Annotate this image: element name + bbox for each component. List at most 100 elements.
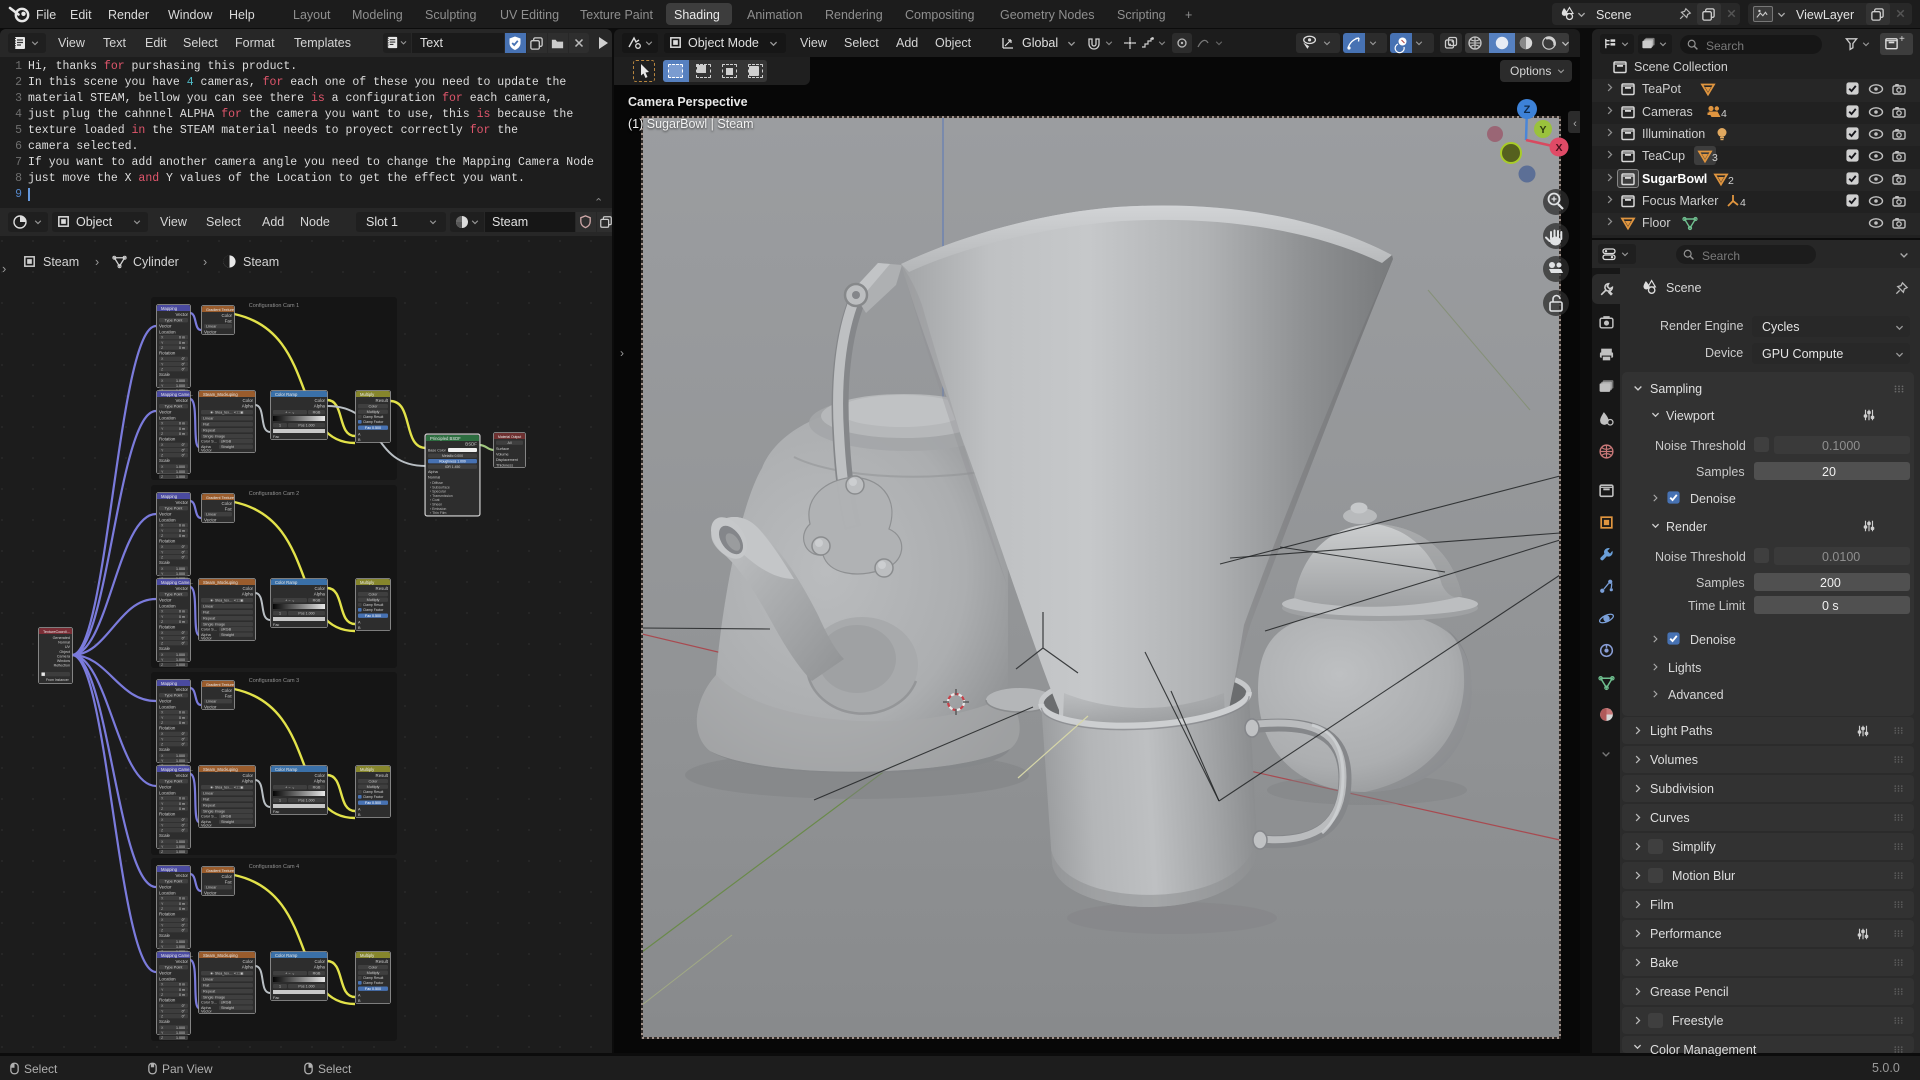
svg-text:Straight: Straight <box>221 445 235 449</box>
svg-text:RGB: RGB <box>313 971 321 975</box>
svg-text:Straight: Straight <box>221 1006 235 1010</box>
svg-text:Color Ramp: Color Ramp <box>275 953 298 958</box>
svg-text:Single Image: Single Image <box>203 622 225 626</box>
svg-text:0°: 0° <box>182 929 186 933</box>
svg-text:1.000: 1.000 <box>176 1036 185 1040</box>
svg-text:0 m: 0 m <box>179 427 185 431</box>
svg-text:Clamp Factor: Clamp Factor <box>363 608 384 612</box>
svg-text:Metallic 0.000: Metallic 0.000 <box>442 454 463 458</box>
svg-text:Rotation: Rotation <box>159 912 176 917</box>
svg-text:Multiply: Multiply <box>360 953 375 958</box>
svg-text:Mapping: Mapping <box>161 494 178 499</box>
svg-text:Color: Color <box>315 586 326 591</box>
svg-text:Rotation: Rotation <box>159 437 176 442</box>
svg-text:Color Ramp: Color Ramp <box>275 767 298 772</box>
svg-text:0 m: 0 m <box>179 336 185 340</box>
svg-text:0 m: 0 m <box>179 907 185 911</box>
svg-text:Mapping Came…: Mapping Came… <box>161 580 194 585</box>
svg-text:0°: 0° <box>182 823 186 827</box>
svg-text:Color S…: Color S… <box>201 440 218 444</box>
svg-text:Steam_Mockuping: Steam_Mockuping <box>203 392 238 397</box>
svg-text:Vector: Vector <box>159 885 172 890</box>
svg-text:Linear: Linear <box>206 885 217 889</box>
svg-text:Color S…: Color S… <box>201 1001 218 1005</box>
svg-text:+ − ⌄: + − ⌄ <box>285 598 295 602</box>
svg-text:Color: Color <box>222 688 233 693</box>
svg-text:Color S…: Color S… <box>201 628 218 632</box>
svg-text:Vector: Vector <box>159 699 172 704</box>
svg-text:Repeat: Repeat <box>203 616 216 620</box>
svg-text:Location: Location <box>159 977 176 982</box>
svg-text:Alpha: Alpha <box>314 779 326 784</box>
svg-text:Vector: Vector <box>159 410 172 415</box>
svg-text:1.000: 1.000 <box>176 379 185 383</box>
svg-text:0 m: 0 m <box>179 341 185 345</box>
svg-text:Result: Result <box>376 586 389 591</box>
svg-text:■· Stea_tex… ×□□▣: ■· Stea_tex… ×□□▣ <box>211 785 245 789</box>
svg-text:0 m: 0 m <box>179 620 185 624</box>
svg-text:Vector: Vector <box>204 891 217 896</box>
svg-text:■· Stea_tex… ×□□▣: ■· Stea_tex… ×□□▣ <box>211 598 245 602</box>
svg-text:0°: 0° <box>182 918 186 922</box>
svg-text:Gradient Texture: Gradient Texture <box>206 683 234 687</box>
svg-text:0°: 0° <box>182 636 186 640</box>
svg-text:Color: Color <box>368 779 378 783</box>
svg-text:0 m: 0 m <box>179 797 185 801</box>
svg-text:Location: Location <box>159 705 176 710</box>
svg-text:Alpha: Alpha <box>314 965 326 970</box>
svg-text:Fac: Fac <box>273 810 279 814</box>
svg-text:sRGB: sRGB <box>221 1000 232 1004</box>
svg-text:1.000: 1.000 <box>176 1026 185 1030</box>
svg-text:Color: Color <box>243 773 254 778</box>
svg-text:Configuration Cam 4: Configuration Cam 4 <box>249 864 299 870</box>
svg-text:Alpha: Alpha <box>314 404 326 409</box>
svg-text:Linear: Linear <box>206 324 217 328</box>
svg-text:Vector: Vector <box>159 971 172 976</box>
svg-text:Type Point: Type Point <box>165 779 184 783</box>
svg-text:Multiply: Multiply <box>367 785 380 789</box>
svg-text:Clamp Result: Clamp Result <box>363 415 383 419</box>
svg-text:Type Point: Type Point <box>165 965 184 969</box>
svg-text:Fac: Fac <box>273 435 279 439</box>
svg-text:1.000: 1.000 <box>176 658 185 662</box>
svg-text:0°: 0° <box>182 818 186 822</box>
svg-text:sRGB: sRGB <box>221 814 232 818</box>
svg-text:0°: 0° <box>182 1015 186 1019</box>
svg-text:Gradient Texture: Gradient Texture <box>206 308 234 312</box>
svg-text:0 m: 0 m <box>179 983 185 987</box>
svg-text:From Instancer: From Instancer <box>46 678 70 682</box>
svg-text:0 m: 0 m <box>179 346 185 350</box>
svg-text:Type Point: Type Point <box>165 592 184 596</box>
svg-text:Location: Location <box>159 604 176 609</box>
svg-text:Alpha: Alpha <box>242 592 254 597</box>
svg-text:Color: Color <box>368 592 378 596</box>
svg-text:Vector: Vector <box>201 824 212 828</box>
svg-text:0 m: 0 m <box>179 807 185 811</box>
svg-text:Multiply: Multiply <box>360 767 375 772</box>
svg-text:Location: Location <box>159 791 176 796</box>
svg-text:■· Stea_tex… ×□□▣: ■· Stea_tex… ×□□▣ <box>211 971 245 975</box>
svg-text:Color: Color <box>222 874 233 879</box>
svg-text:Color: Color <box>315 959 326 964</box>
svg-text:Location: Location <box>159 891 176 896</box>
svg-text:0 m: 0 m <box>179 711 185 715</box>
svg-text:Single Image: Single Image <box>203 809 225 813</box>
svg-text:Clamp Factor: Clamp Factor <box>363 795 384 799</box>
svg-text:Vector: Vector <box>201 1010 212 1014</box>
svg-text:Vector: Vector <box>159 512 172 517</box>
svg-text:1.000: 1.000 <box>176 470 185 474</box>
svg-text:Vector: Vector <box>176 500 189 505</box>
svg-text:1.000: 1.000 <box>176 475 185 479</box>
svg-text:Pos 1.000: Pos 1.000 <box>298 611 314 615</box>
svg-text:Scale: Scale <box>159 747 171 752</box>
svg-text:Material Output: Material Output <box>498 435 521 439</box>
svg-text:Linear: Linear <box>203 977 214 981</box>
svg-text:Color: Color <box>315 773 326 778</box>
svg-text:Fac: Fac <box>273 996 279 1000</box>
svg-text:0°: 0° <box>182 443 186 447</box>
svg-text:Configuration Cam 3: Configuration Cam 3 <box>249 678 299 684</box>
svg-text:Vector: Vector <box>159 785 172 790</box>
svg-text:Multiply: Multiply <box>360 580 375 585</box>
svg-text:Clamp Result: Clamp Result <box>363 790 383 794</box>
svg-text:Clamp Result: Clamp Result <box>363 603 383 607</box>
